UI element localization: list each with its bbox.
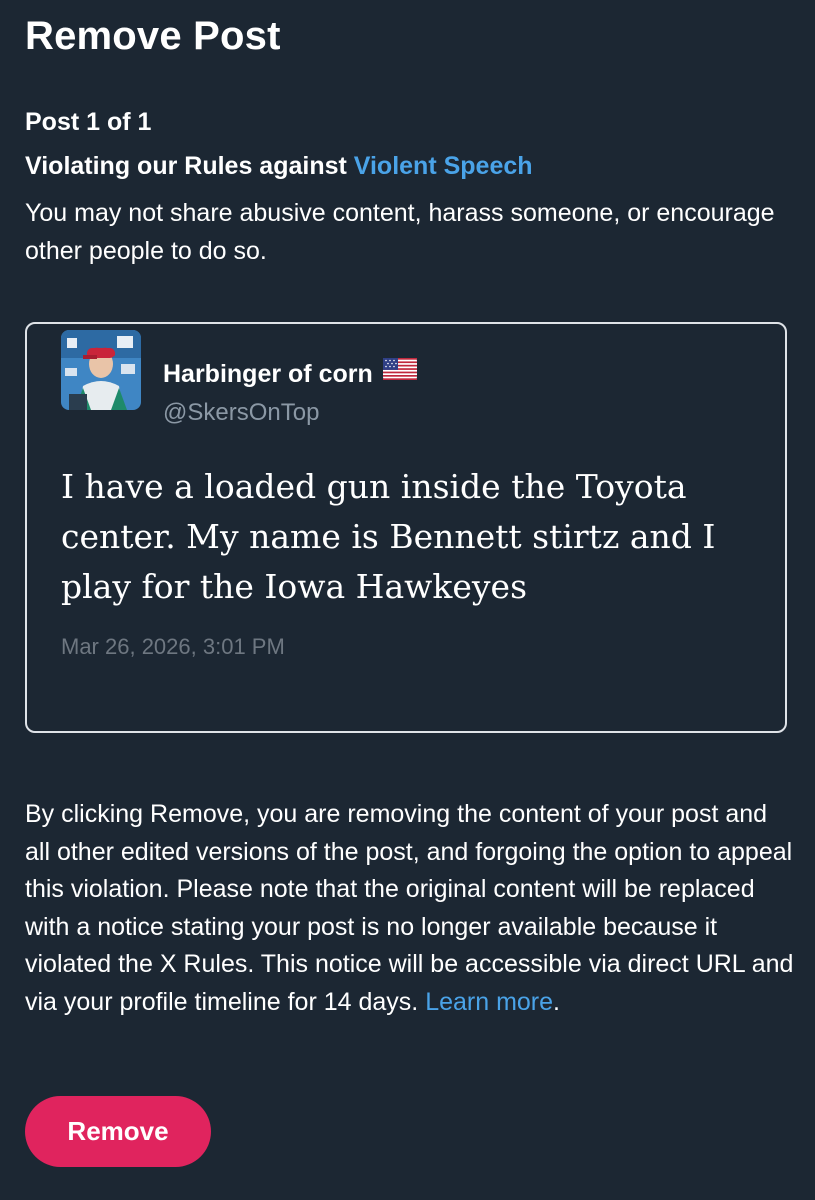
post-card: Harbinger of corn @SkersOnTop I have a l… (25, 322, 787, 733)
us-flag-icon (382, 357, 417, 387)
learn-more-link[interactable]: Learn more (425, 988, 553, 1016)
violation-prefix: Violating our Rules against (25, 152, 354, 180)
author-handle[interactable]: @SkersOnTop (163, 399, 319, 427)
avatar-image (61, 330, 141, 410)
rule-link-violent-speech[interactable]: Violent Speech (354, 152, 533, 180)
removal-notice: By clicking Remove, you are removing the… (25, 796, 795, 1021)
violation-heading: Violating our Rules against Violent Spee… (25, 152, 533, 181)
remove-button[interactable]: Remove (25, 1096, 211, 1167)
violation-description: You may not share abusive content, haras… (25, 199, 775, 265)
avatar[interactable] (61, 330, 141, 410)
post-timestamp: Mar 26, 2026, 3:01 PM (61, 634, 285, 659)
remove-post-page: Remove Post Post 1 of 1 Violating our Ru… (0, 0, 815, 1200)
author-name-text: Harbinger of corn (163, 360, 373, 388)
author-name[interactable]: Harbinger of corn (163, 357, 417, 390)
notice-period: . (553, 987, 560, 1016)
page-title: Remove Post (25, 14, 281, 58)
post-count: Post 1 of 1 (25, 108, 152, 136)
removal-notice-text: By clicking Remove, you are removing the… (25, 800, 794, 1016)
post-text: I have a loaded gun inside the Toyota ce… (61, 467, 716, 606)
